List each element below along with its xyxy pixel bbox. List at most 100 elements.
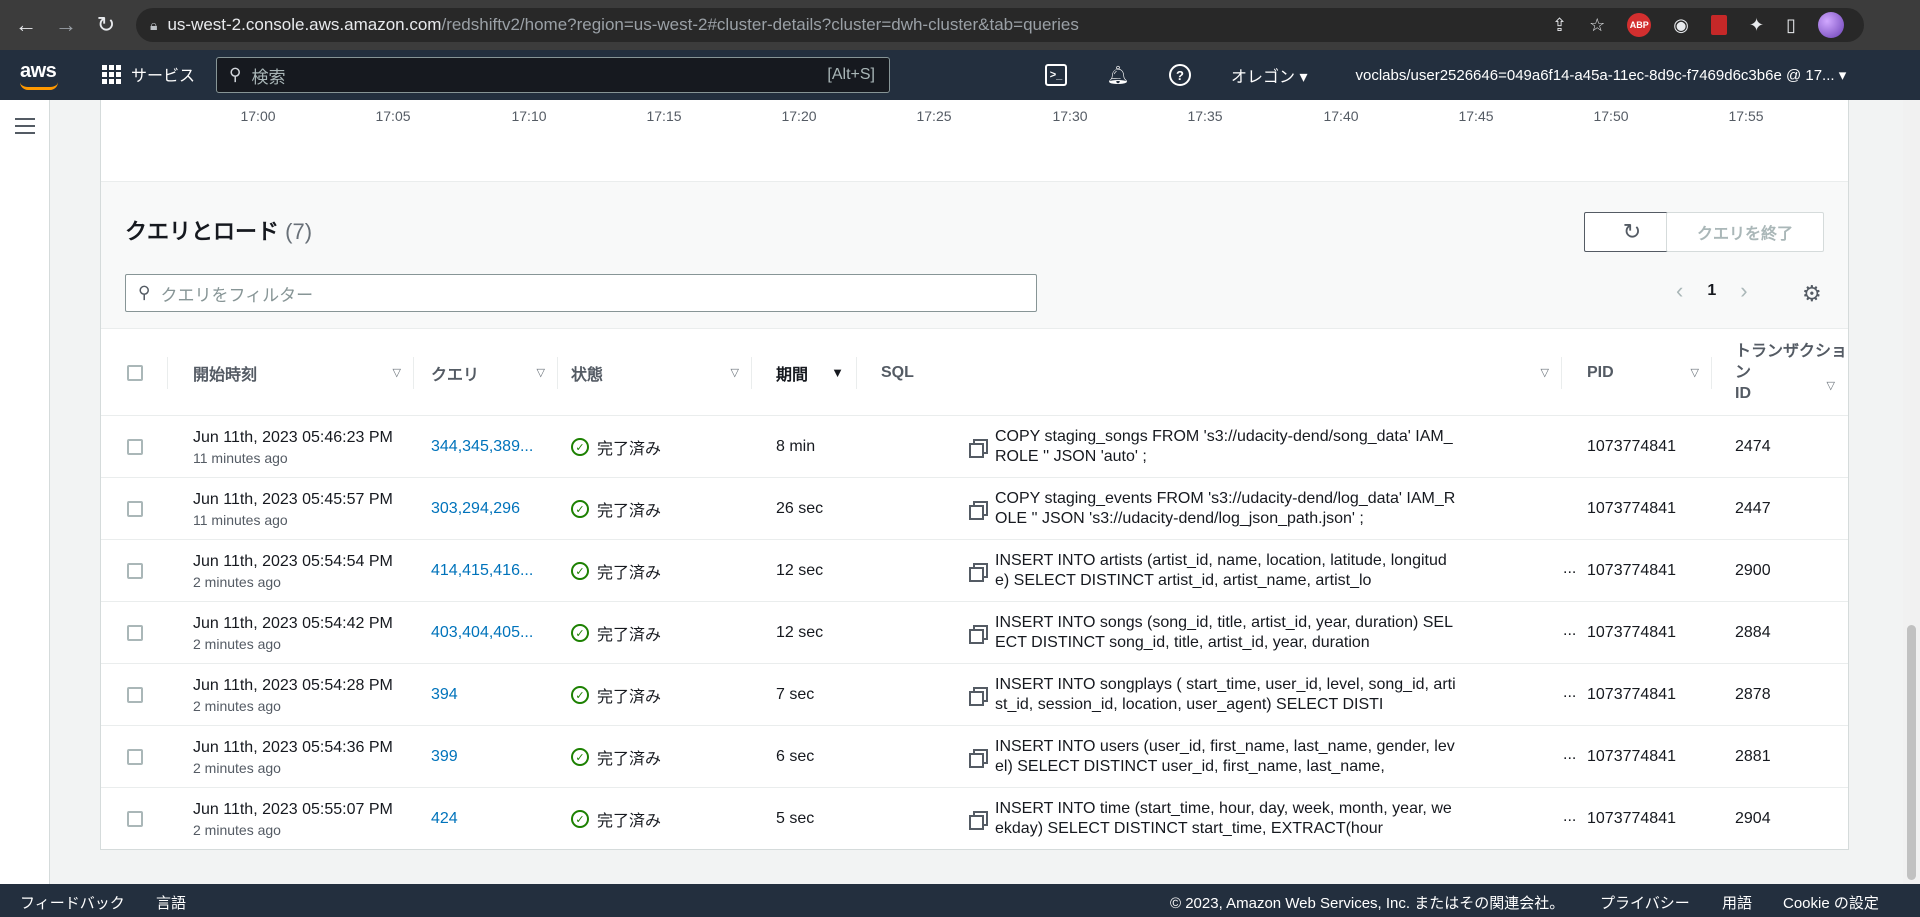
table-row[interactable]: Jun 11th, 2023 05:46:23 PM 11 minutes ag… xyxy=(101,416,1848,478)
profile-avatar[interactable] xyxy=(1818,12,1844,38)
start-time: Jun 11th, 2023 05:46:23 PM xyxy=(193,428,393,446)
column-header-duration[interactable]: 期間 ▼ xyxy=(776,329,856,416)
relative-time: 2 minutes ago xyxy=(193,697,281,714)
page-number[interactable]: 1 xyxy=(1707,282,1716,300)
table-row[interactable]: Jun 11th, 2023 05:54:36 PM 2 minutes ago… xyxy=(101,726,1848,788)
relative-time: 2 minutes ago xyxy=(193,821,281,838)
queries-and-loads-panel: クエリとロード (7) ↻ クエリを終了 ⚲ クエリをフィルター ‹ 1 › ⚙… xyxy=(100,181,1849,850)
copy-icon[interactable] xyxy=(969,563,988,582)
start-time: Jun 11th, 2023 05:54:42 PM xyxy=(193,614,393,632)
table-row[interactable]: Jun 11th, 2023 05:54:42 PM 2 minutes ago… xyxy=(101,602,1848,664)
query-id-link[interactable]: 344,345,389... xyxy=(431,438,533,456)
duration: 26 sec xyxy=(776,500,824,517)
query-id-link[interactable]: 399 xyxy=(431,748,458,766)
success-check-icon: ✓ xyxy=(571,748,589,766)
relative-time: 11 minutes ago xyxy=(193,449,288,466)
aws-smile-icon xyxy=(20,82,58,90)
status-cell: ✓ 完了済み xyxy=(571,726,661,788)
table-row[interactable]: Jun 11th, 2023 05:45:57 PM 11 minutes ag… xyxy=(101,478,1848,540)
row-select-cell xyxy=(127,602,143,664)
query-id-link[interactable]: 394 xyxy=(431,686,458,704)
copy-icon[interactable] xyxy=(969,749,988,768)
copy-icon[interactable] xyxy=(969,811,988,830)
global-search-input[interactable]: ⚲ 検索 [Alt+S] xyxy=(216,57,890,93)
row-checkbox[interactable] xyxy=(127,501,143,517)
reload-icon[interactable]: ↻ xyxy=(92,11,120,39)
column-header-transaction-id[interactable]: トランザクション ID ▽ xyxy=(1735,329,1847,416)
row-select-cell xyxy=(127,416,143,478)
start-time-cell: Jun 11th, 2023 05:45:57 PM 11 minutes ag… xyxy=(193,478,393,540)
copy-icon[interactable] xyxy=(969,625,988,644)
extension-icon[interactable]: ◉ xyxy=(1673,15,1689,36)
chevron-left-icon[interactable]: ‹ xyxy=(1676,278,1683,304)
adblock-extension-icon[interactable]: ABP xyxy=(1627,13,1652,37)
row-checkbox[interactable] xyxy=(127,749,143,765)
column-header-start-time[interactable]: 開始時刻 ▽ xyxy=(193,329,413,416)
cloudshell-icon[interactable]: >_ xyxy=(1045,64,1067,86)
select-all-checkbox[interactable] xyxy=(127,364,143,381)
aws-logo[interactable]: aws xyxy=(20,60,58,90)
privacy-link[interactable]: プライバシー xyxy=(1600,892,1690,913)
back-arrow-icon[interactable]: ← xyxy=(12,11,40,39)
row-checkbox[interactable] xyxy=(127,625,143,641)
query-id-link[interactable]: 414,415,416... xyxy=(431,562,533,580)
url-path: /redshiftv2/home?region=us-west-2#cluste… xyxy=(441,15,1079,34)
success-check-icon: ✓ xyxy=(571,624,589,642)
side-panel-icon[interactable]: ▯ xyxy=(1786,15,1796,36)
account-menu[interactable]: voclabs/user2526646=049a6f14-a45a-11ec-8… xyxy=(1355,66,1846,84)
sql-truncation-ellipsis: ... xyxy=(1563,622,1577,639)
column-label: 期間 xyxy=(776,366,809,384)
feedback-link[interactable]: フィードバック xyxy=(20,892,125,913)
services-menu-button[interactable]: サービス xyxy=(102,62,195,86)
forward-arrow-icon[interactable]: → xyxy=(52,11,80,39)
query-filter-input[interactable]: ⚲ クエリをフィルター xyxy=(125,274,1037,312)
page-scrollbar[interactable] xyxy=(1903,100,1920,884)
query-id-link[interactable]: 424 xyxy=(431,810,458,828)
table-row[interactable]: Jun 11th, 2023 05:55:07 PM 2 minutes ago… xyxy=(101,788,1848,850)
row-checkbox[interactable] xyxy=(127,687,143,703)
table-header: 開始時刻 ▽ クエリ ▽ 状態 ▽ 期間 ▼ SQL ▽ PID ▽ トランザク… xyxy=(101,329,1848,416)
query-id-link[interactable]: 403,404,405... xyxy=(431,624,533,642)
copy-icon[interactable] xyxy=(969,439,988,458)
copy-icon[interactable] xyxy=(969,501,988,520)
row-checkbox[interactable] xyxy=(127,563,143,579)
status-cell: ✓ 完了済み xyxy=(571,602,661,664)
column-header-sql[interactable]: SQL ▽ xyxy=(881,329,1561,416)
chevron-right-icon[interactable]: › xyxy=(1740,278,1747,304)
sort-caret-icon: ▽ xyxy=(392,367,401,379)
end-query-button[interactable]: クエリを終了 xyxy=(1666,212,1824,252)
help-icon[interactable]: ? xyxy=(1169,64,1191,86)
column-header-query[interactable]: クエリ ▽ xyxy=(431,329,557,416)
bookmark-extension-icon[interactable] xyxy=(1711,15,1727,35)
copy-icon[interactable] xyxy=(969,687,988,706)
gear-icon[interactable]: ⚙ xyxy=(1802,281,1822,307)
aws-global-nav: aws サービス ⚲ 検索 [Alt+S] >_ 🔔︎ ? オレゴン ▾ voc… xyxy=(0,50,1920,100)
cookie-settings-link[interactable]: Cookie の設定 xyxy=(1783,892,1879,913)
region-selector[interactable]: オレゴン ▾ xyxy=(1231,63,1307,87)
table-row[interactable]: Jun 11th, 2023 05:54:28 PM 2 minutes ago… xyxy=(101,664,1848,726)
axis-tick: 17:40 xyxy=(1323,108,1359,124)
language-link[interactable]: 言語 xyxy=(156,892,186,913)
column-label: クエリ xyxy=(431,366,480,384)
column-header-status[interactable]: 状態 ▽ xyxy=(571,329,751,416)
notifications-bell-icon[interactable]: 🔔︎ xyxy=(1107,64,1130,86)
hamburger-menu-icon[interactable] xyxy=(15,118,35,139)
sql-cell: INSERT INTO time (start_time, hour, day,… xyxy=(969,788,1457,850)
query-id-link[interactable]: 303,294,296 xyxy=(431,500,520,518)
row-checkbox[interactable] xyxy=(127,439,143,455)
puzzle-extensions-icon[interactable]: ✦ xyxy=(1749,15,1764,36)
sql-text: INSERT INTO songs (song_id, title, artis… xyxy=(995,614,1453,651)
bookmark-star-icon[interactable]: ☆ xyxy=(1589,15,1605,36)
terms-link[interactable]: 用語 xyxy=(1722,892,1752,913)
table-row[interactable]: Jun 11th, 2023 05:54:54 PM 2 minutes ago… xyxy=(101,540,1848,602)
row-checkbox[interactable] xyxy=(127,811,143,827)
scrollbar-thumb[interactable] xyxy=(1907,625,1916,880)
share-icon[interactable]: ⇪ xyxy=(1552,15,1567,36)
column-header-pid[interactable]: PID ▽ xyxy=(1587,329,1711,416)
start-time: Jun 11th, 2023 05:55:07 PM xyxy=(193,800,393,818)
sql-cell: INSERT INTO users (user_id, first_name, … xyxy=(969,726,1457,788)
duration: 12 sec xyxy=(776,562,824,579)
address-bar[interactable]: 🔒︎ us-west-2.console.aws.amazon.com /red… xyxy=(136,8,1864,42)
sort-caret-icon: ▽ xyxy=(1826,380,1835,392)
row-select-cell xyxy=(127,726,143,788)
